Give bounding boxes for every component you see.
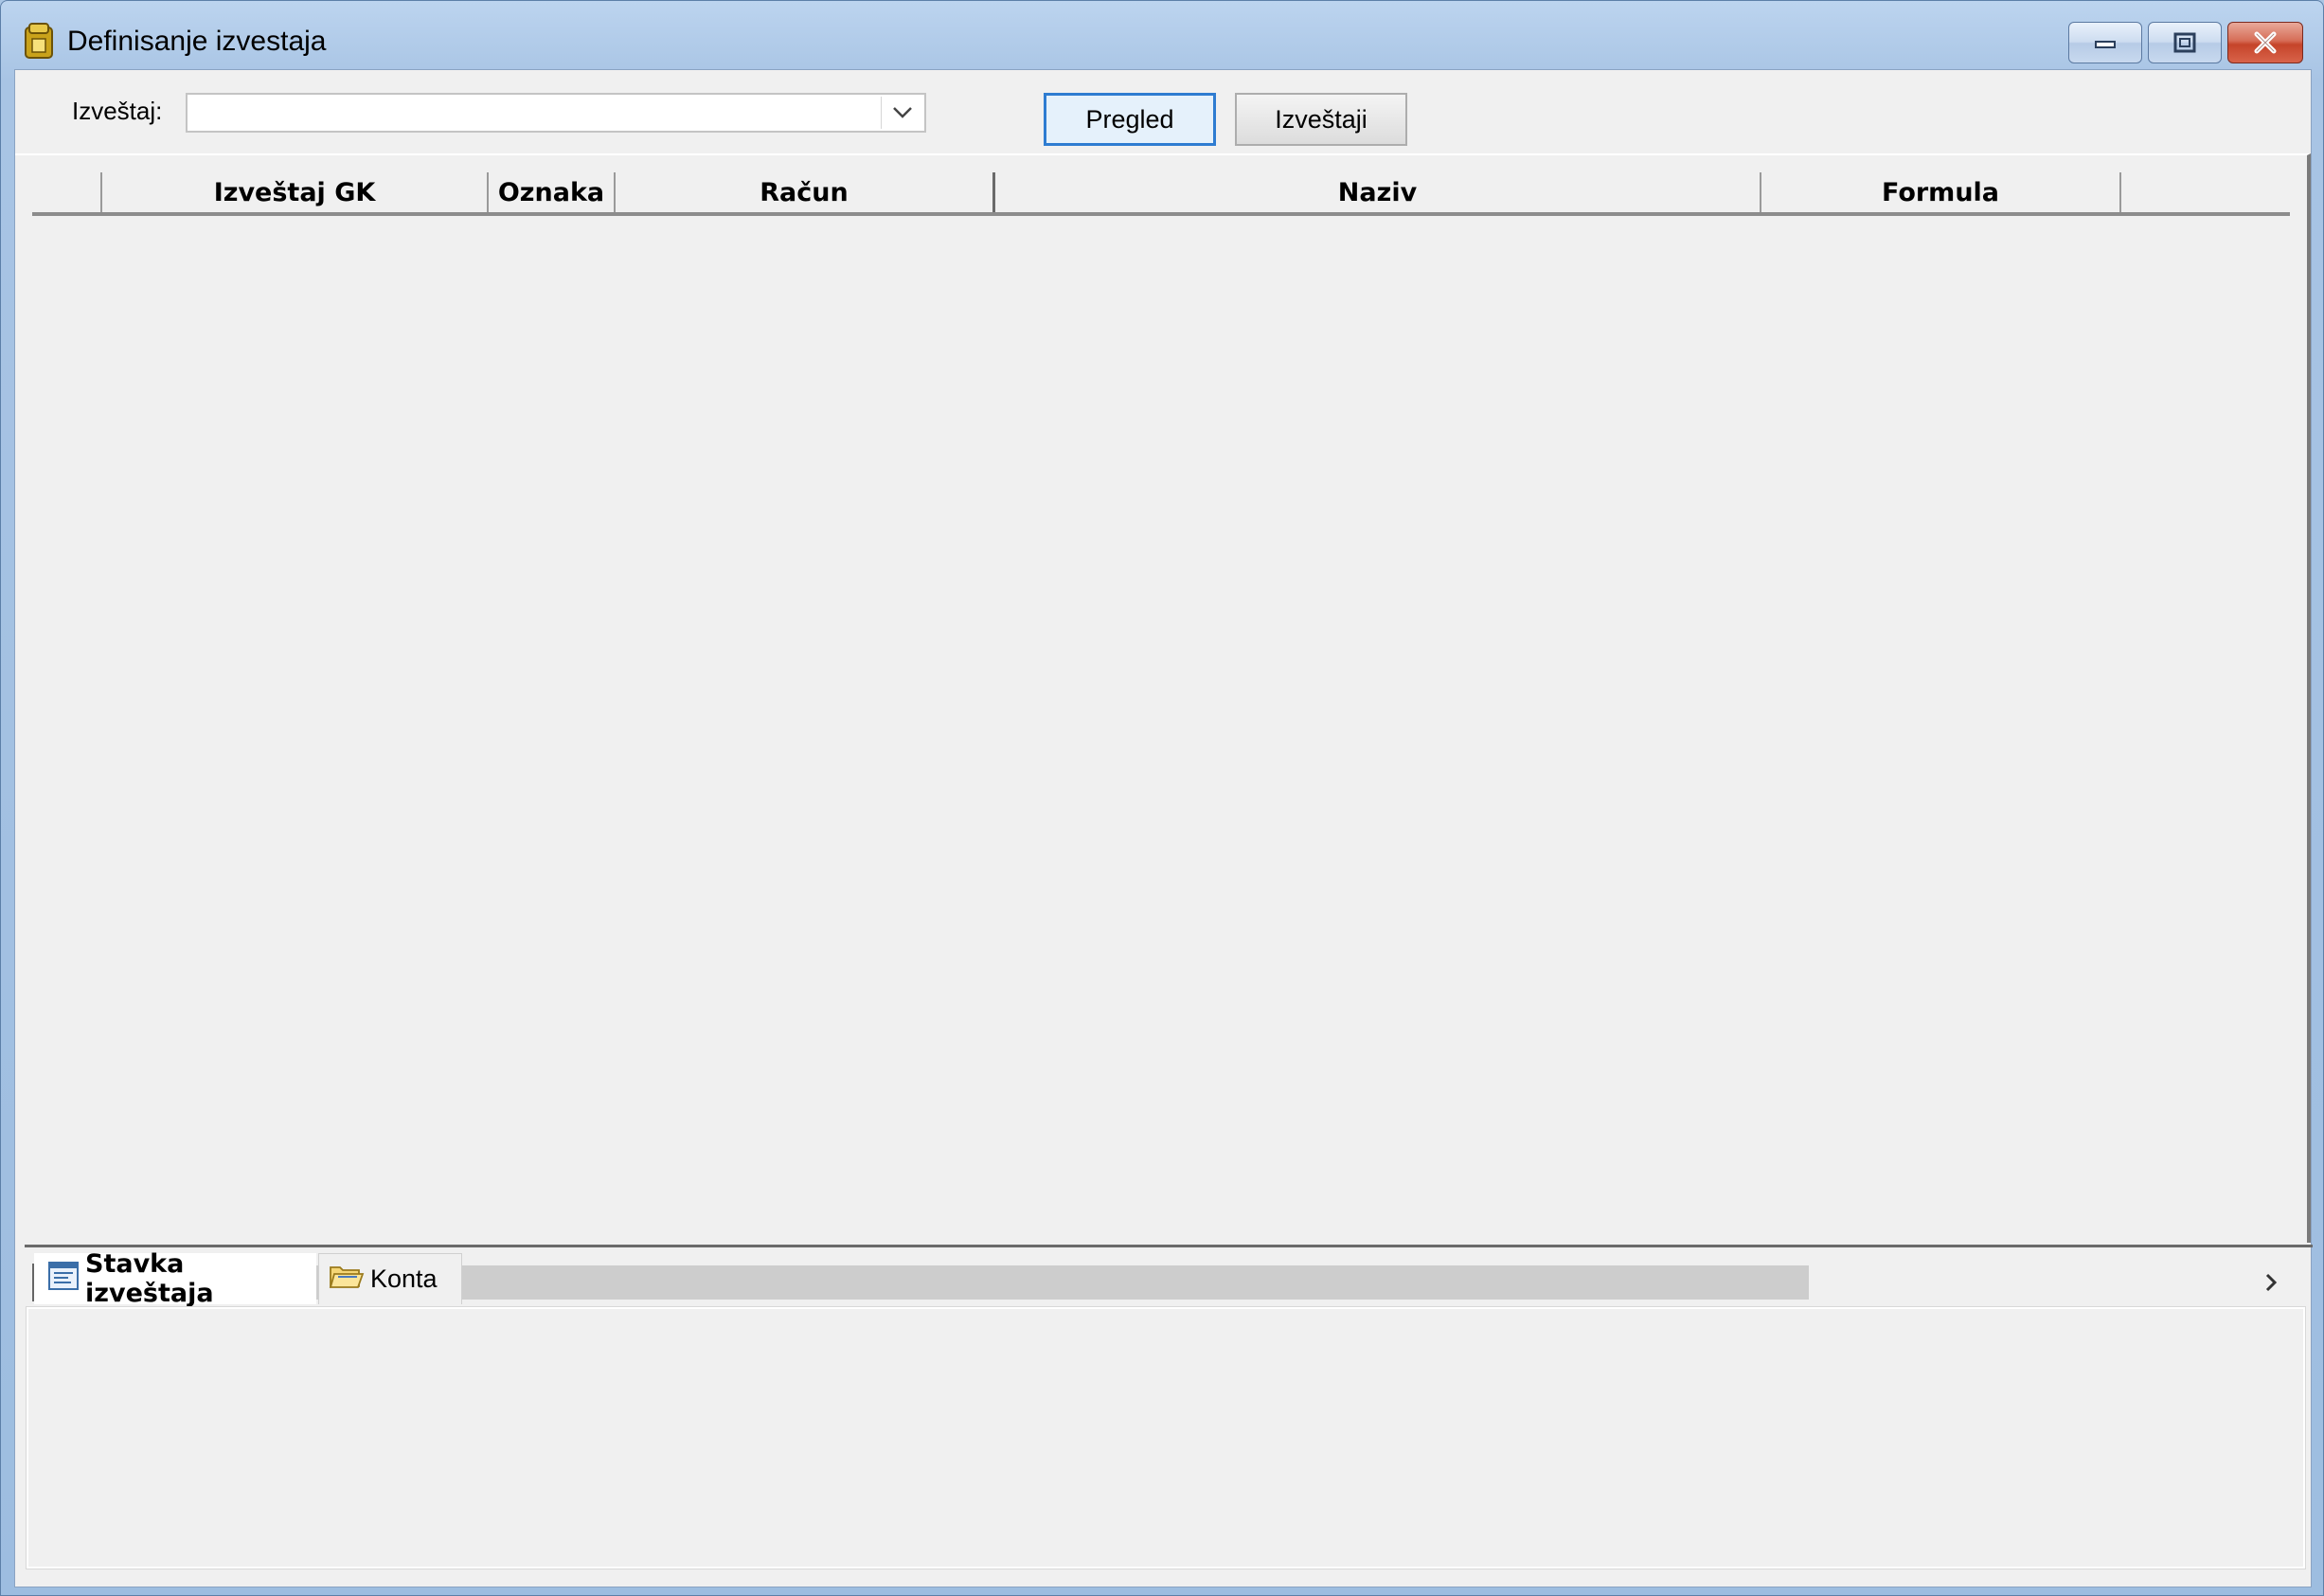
tab-strip: Stavka izveštaja Konta <box>25 1245 2313 1308</box>
minimize-button[interactable] <box>2068 22 2142 63</box>
grid-header: Izveštaj GK Oznaka Račun Naziv Formula <box>32 172 2290 216</box>
restore-button[interactable] <box>2148 22 2222 63</box>
form-icon <box>47 1261 80 1298</box>
client-area: Izveštaj: Pregled Izveštaji Izveštaj GK … <box>14 69 2313 1587</box>
column-header-izvestaj-gk[interactable]: Izveštaj GK <box>100 172 487 212</box>
report-app-icon <box>24 22 54 60</box>
main-window: Definisanje izvestaja Izveštaj: Pregled … <box>0 0 2324 1596</box>
tab-label: Stavka izveštaja <box>85 1249 214 1308</box>
folder-icon <box>329 1262 365 1297</box>
column-header-naziv[interactable]: Naziv <box>992 172 1760 212</box>
window-title: Definisanje izvestaja <box>67 26 327 57</box>
minimize-icon <box>2095 41 2116 48</box>
restore-icon <box>2173 32 2196 53</box>
column-header-formula[interactable]: Formula <box>1760 172 2119 212</box>
close-button[interactable] <box>2227 22 2303 63</box>
column-header-oznaka[interactable]: Oznaka <box>487 172 614 212</box>
tab-label: Konta <box>370 1264 438 1293</box>
data-grid[interactable]: Izveštaj GK Oznaka Račun Naziv Formula <box>15 153 2311 1303</box>
report-select[interactable] <box>186 93 926 133</box>
column-header-extra[interactable] <box>2119 172 2290 212</box>
title-bar[interactable]: Definisanje izvestaja <box>1 1 2324 69</box>
report-label: Izveštaj: <box>72 97 163 125</box>
tab-content-panel <box>26 1306 2306 1569</box>
close-icon <box>2254 31 2277 54</box>
tab-konta[interactable]: Konta <box>318 1253 462 1304</box>
reports-button[interactable]: Izveštaji <box>1235 93 1407 146</box>
preview-button[interactable]: Pregled <box>1044 93 1216 146</box>
chevron-down-icon[interactable] <box>881 97 922 129</box>
tab-stavka-izvestaja[interactable]: Stavka izveštaja <box>34 1249 316 1308</box>
column-header-racun[interactable]: Račun <box>614 172 992 212</box>
row-header-column[interactable] <box>32 172 100 212</box>
